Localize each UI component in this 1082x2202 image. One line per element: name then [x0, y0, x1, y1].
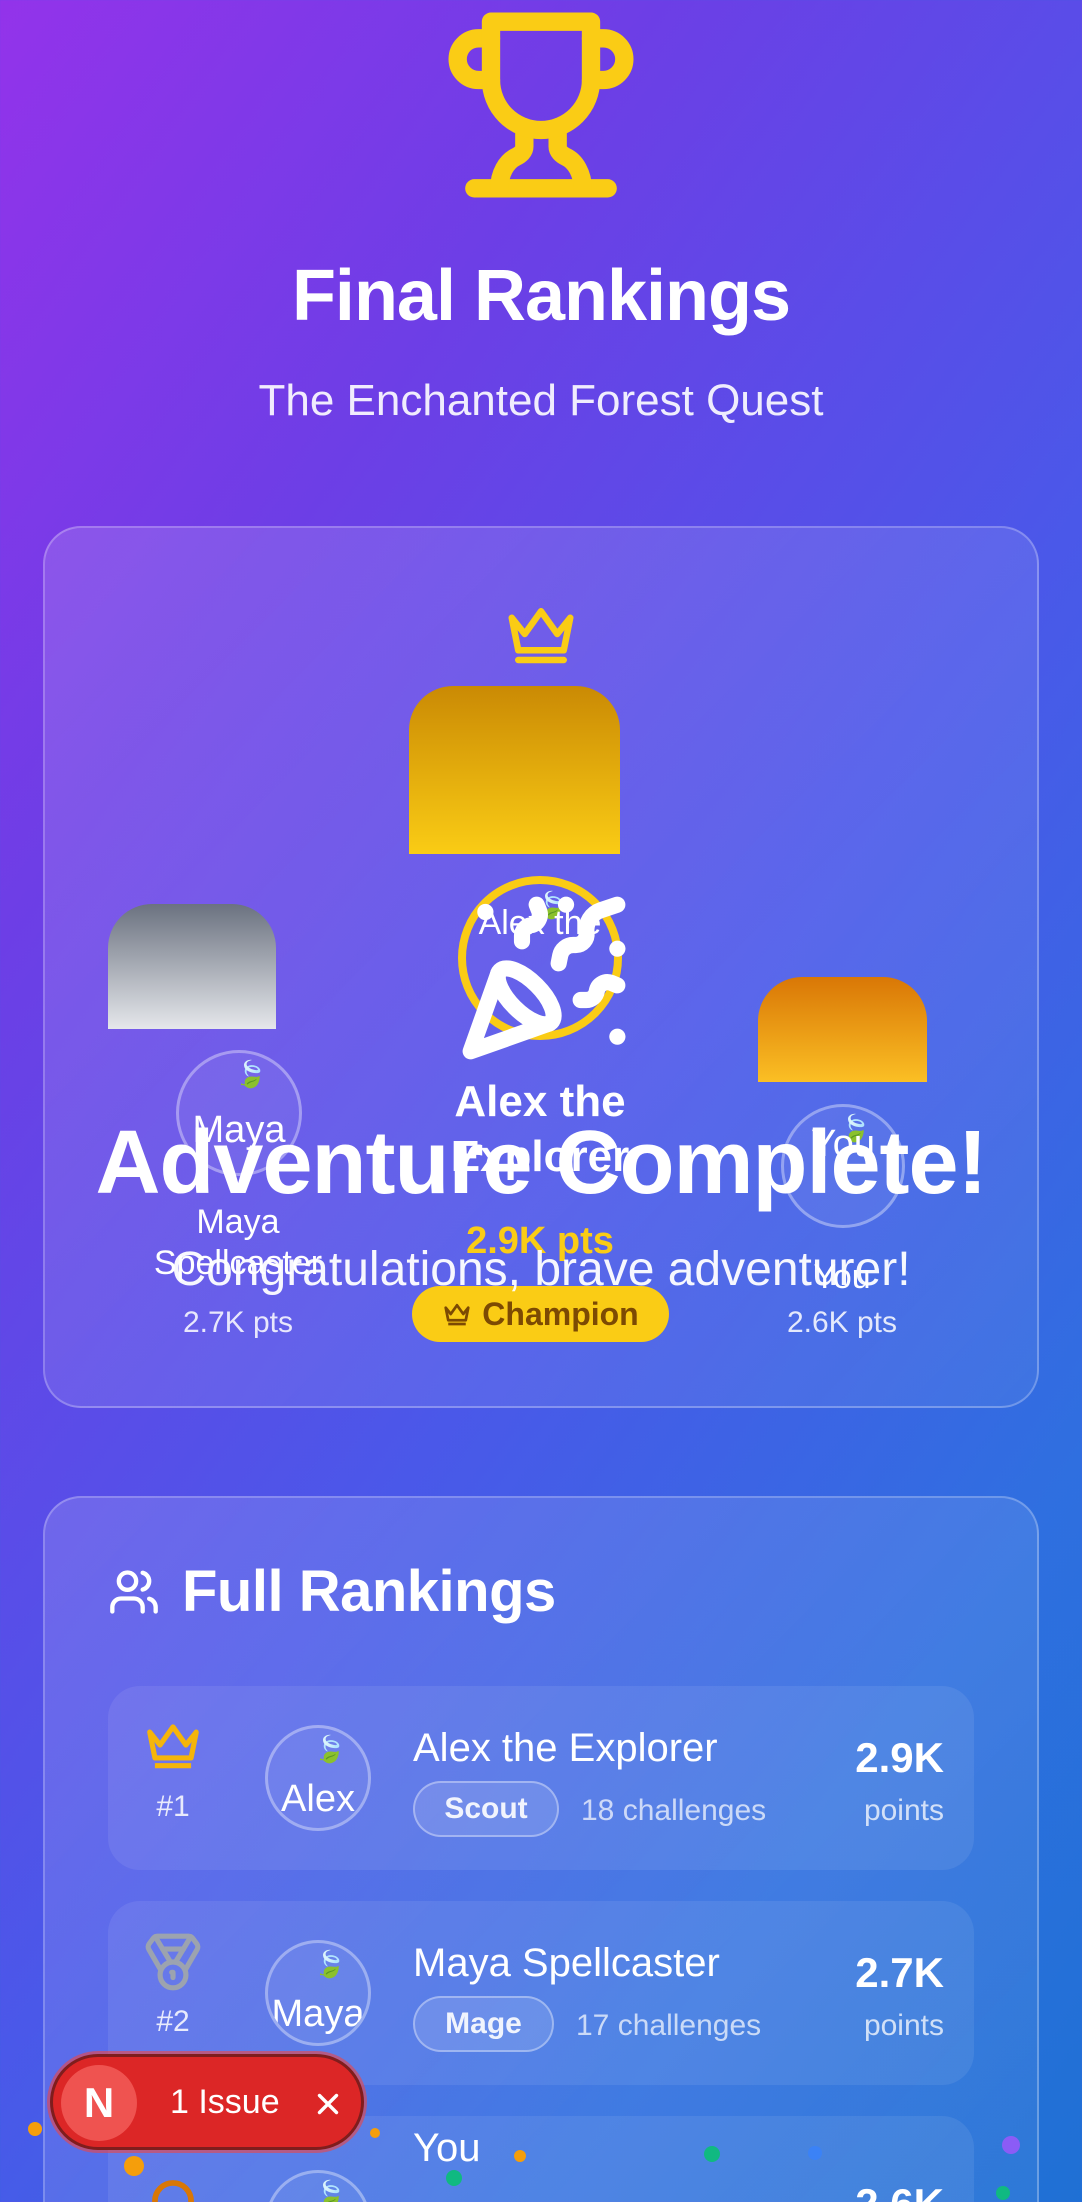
player-name: Alex the Explorer: [413, 1726, 718, 1770]
podium-pillar-first: [409, 686, 620, 854]
confetti-dot: [28, 2122, 42, 2136]
broken-image-icon: 🍃: [313, 2179, 347, 2202]
crown-icon: [508, 608, 574, 664]
overlay-title: Adventure Complete!: [95, 1113, 987, 1213]
overlay-subtitle: Congratulations, brave adventurer!: [171, 1243, 911, 1296]
confetti-dot: [704, 2146, 720, 2162]
challenges-count: 18 challenges: [581, 1794, 767, 1827]
confetti-dot: [446, 2170, 462, 2186]
page-title: Final Rankings: [291, 256, 791, 336]
crown-icon: [444, 1303, 470, 1326]
issue-indicator[interactable]: N 1 Issue: [50, 2054, 364, 2150]
close-icon[interactable]: [311, 2087, 345, 2121]
rank-number: #2: [156, 2005, 190, 2038]
trophy-icon: [448, 12, 634, 198]
avatar: 🍃: [265, 2170, 371, 2202]
issue-count-label: 1 Issue: [170, 2083, 280, 2121]
score-value: 2.6K: [855, 2180, 944, 2202]
score-value: 2.7K: [855, 1949, 944, 1996]
confetti-dot: [514, 2150, 526, 2162]
podium-third-points: 2.6K pts: [786, 1306, 898, 1339]
challenges-count: 17 challenges: [576, 2009, 762, 2042]
medal-icon: [145, 1933, 201, 1991]
rank-number: #1: [156, 1790, 190, 1823]
section-title: Full Rankings: [182, 1559, 556, 1624]
confetti-dot: [124, 2156, 144, 2176]
score-unit: points: [863, 2009, 944, 2042]
confetti-dot: [996, 2186, 1010, 2200]
medal-icon: [152, 2180, 194, 2202]
party-popper-icon: [462, 896, 626, 1060]
crown-icon: [147, 1724, 199, 1769]
broken-image-icon: 🍃: [234, 1059, 268, 1089]
broken-image-icon: 🍃: [313, 1949, 347, 1979]
score-value: 2.9K: [855, 1734, 944, 1781]
class-badge: Scout: [413, 1781, 559, 1837]
podium-pillar-second: [108, 904, 276, 1029]
podium-pillar-third: [758, 977, 927, 1082]
score-unit: points: [863, 1794, 944, 1827]
ranking-row[interactable]: #1 🍃 Alex Alex the Explorer Scout 18 cha…: [108, 1686, 974, 1870]
confetti-dot: [808, 2146, 822, 2160]
confetti-dot: [1002, 2136, 1020, 2154]
avatar: 🍃 Alex: [265, 1725, 371, 1831]
confetti-dot: [370, 2128, 380, 2138]
users-icon: [110, 1570, 158, 1614]
avatar: 🍃 Maya: [265, 1940, 371, 2046]
player-name: You: [413, 2126, 481, 2170]
n-logo-icon: N: [61, 2065, 137, 2141]
broken-image-icon: 🍃: [313, 1734, 347, 1764]
class-badge: Mage: [413, 1996, 554, 2052]
player-name: Maya Spellcaster: [413, 1941, 720, 1985]
page-subtitle: The Enchanted Forest Quest: [258, 376, 824, 425]
podium-second-points: 2.7K pts: [182, 1306, 294, 1339]
